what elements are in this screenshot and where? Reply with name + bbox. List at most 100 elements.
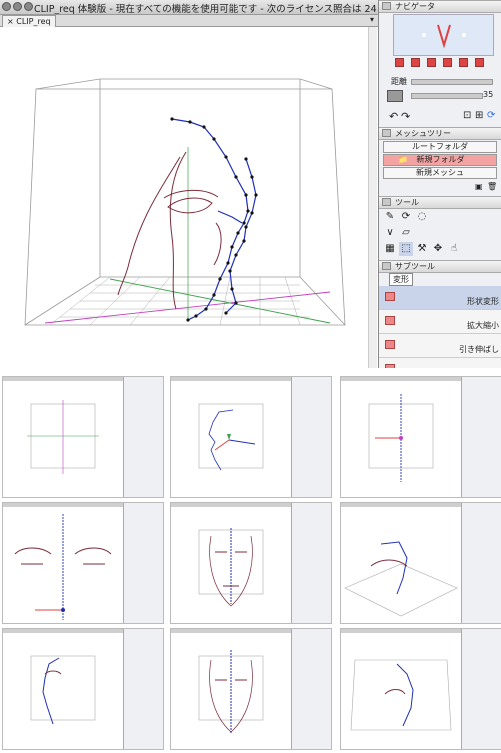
navigator-title: ナビゲータ	[395, 2, 435, 11]
mesh-tool-icon[interactable]: ▦	[383, 242, 397, 256]
main-window: CLIP_req 体験版 - 現在すべての機能を使用可能です - 次のライセンス…	[0, 0, 501, 368]
knife-tool-icon[interactable]: ⚒	[415, 242, 429, 256]
thumbnail-3[interactable]	[340, 376, 501, 498]
tab-label: CLIP_req	[16, 17, 51, 26]
thumbnail-6[interactable]	[340, 502, 501, 624]
root-folder-item[interactable]: ルートフォルダ	[383, 141, 497, 153]
redo-icon[interactable]: ↷	[401, 110, 410, 123]
zoom-slider[interactable]	[411, 93, 483, 99]
new-folder-label: 新規フォルダ	[416, 155, 465, 164]
refresh-icon[interactable]: ⟳	[487, 110, 495, 121]
thumb-scene	[368, 394, 434, 482]
view-cube-icon[interactable]	[475, 58, 484, 67]
3d-viewport[interactable]	[0, 27, 377, 368]
camera-icon[interactable]	[387, 90, 403, 102]
new-layer-icon[interactable]: ▣	[475, 182, 483, 191]
subtool-item-scale[interactable]: 拡大縮小	[379, 310, 501, 334]
thumb-scene	[14, 514, 112, 620]
polyline-tool-icon[interactable]: ∨	[383, 226, 397, 240]
subtool-item-shape-transform[interactable]: 形状変形	[379, 286, 501, 310]
thumb-scene	[27, 400, 99, 474]
bounding-box	[24, 78, 346, 326]
subtool-item-skew[interactable]: 傾け	[379, 358, 501, 368]
rotate-tool-icon[interactable]: ⟳	[399, 210, 413, 224]
wire-vertices	[170, 117, 258, 322]
transform-tool-icon[interactable]: ⬚	[399, 242, 413, 256]
box-tool-icon[interactable]: ▱	[399, 226, 413, 240]
tool-header[interactable]: ツール	[379, 196, 501, 209]
distance-label: 距離	[391, 77, 407, 86]
thumb-scene	[350, 659, 452, 731]
thumbnail-2[interactable]	[170, 376, 332, 498]
center-icon[interactable]: ⊞	[475, 110, 483, 121]
zoom-value: 35	[483, 90, 494, 99]
subtool-tab-transform[interactable]: 変形	[389, 273, 413, 286]
pin-tool-icon[interactable]: ✥	[431, 242, 445, 256]
navigator-toolbar: ↶ ↷ ⊡ ⊞ ⟳	[379, 110, 501, 124]
distance-slider[interactable]	[411, 79, 493, 85]
thumbnail-5[interactable]	[170, 502, 332, 624]
scale-icon	[385, 316, 395, 325]
trash-icon[interactable]: 🗑	[487, 182, 497, 191]
pen-tool-icon[interactable]: ✎	[383, 210, 397, 224]
zoom-window-button[interactable]	[24, 2, 33, 11]
thumb-scene	[344, 541, 458, 617]
mesh-tree-title: メッシュツリー	[395, 129, 451, 138]
thumbnail-4[interactable]	[2, 502, 164, 624]
thumbnail-8[interactable]	[170, 628, 332, 750]
tool-title: ツール	[395, 198, 419, 207]
mesh-tree-actions: ▣ 🗑	[379, 182, 501, 192]
new-mesh-label: 新規メッシュ	[416, 168, 464, 177]
subtool-label: 拡大縮小	[467, 321, 499, 330]
undo-icon[interactable]: ↶	[389, 110, 398, 123]
title-bar: CLIP_req 体験版 - 現在すべての機能を使用可能です - 次のライセンス…	[0, 0, 378, 15]
subtool-label: 形状変形	[467, 297, 499, 306]
thumbnail-1[interactable]	[2, 376, 164, 498]
thumb-scene	[198, 650, 264, 734]
new-folder-item[interactable]: 📁 新規フォルダ	[383, 154, 497, 166]
thumbnail-9[interactable]	[340, 628, 501, 750]
document-tab[interactable]: × CLIP_req	[2, 15, 56, 27]
navigator-thumbnail	[422, 24, 466, 49]
subtool-item-stretch[interactable]: 引き伸ばし	[379, 334, 501, 358]
view-cube-icon[interactable]	[443, 58, 452, 67]
tab-close-icon[interactable]: ×	[7, 17, 14, 26]
view-cube-icon[interactable]	[411, 58, 420, 67]
tool-panel-icon	[382, 198, 391, 206]
folder-icon: 📁	[398, 155, 408, 164]
window-controls	[2, 2, 35, 14]
tab-menu-arrow-icon[interactable]: ▾	[370, 15, 374, 24]
vertical-scrollbar[interactable]	[368, 27, 377, 368]
thumbnail-7[interactable]	[2, 628, 164, 750]
skew-icon	[385, 364, 395, 368]
thumb-scene	[30, 655, 96, 725]
minimize-window-button[interactable]	[13, 2, 22, 11]
new-mesh-item[interactable]: 新規メッシュ	[383, 167, 497, 179]
thumb-scene	[198, 528, 264, 607]
window-title: CLIP_req 体験版 - 現在すべての機能を使用可能です - 次のライセンス…	[34, 4, 378, 15]
fit-icon[interactable]: ⊡	[463, 110, 471, 121]
subtool-title: サブツール	[395, 262, 435, 271]
lasso-tool-icon[interactable]: ◌	[415, 210, 429, 224]
subtool-tabs: 変形	[379, 273, 501, 286]
navigator-preview[interactable]	[393, 14, 494, 56]
mesh-tree-header[interactable]: メッシュツリー	[379, 127, 501, 140]
thumb-scene	[198, 403, 264, 471]
subtool-panel-icon	[382, 262, 391, 270]
profile-wire	[171, 118, 257, 321]
axis-magenta	[44, 291, 331, 324]
view-cube-icon[interactable]	[395, 58, 404, 67]
subtool-header[interactable]: サブツール	[379, 260, 501, 273]
shape-transform-icon	[385, 292, 395, 301]
view-cube-icon[interactable]	[459, 58, 468, 67]
root-folder-label: ルートフォルダ	[412, 142, 468, 151]
document-tab-bar: × CLIP_req ▾	[0, 15, 378, 27]
hand-tool-icon[interactable]: ☝	[447, 242, 461, 256]
subtool-label: 引き伸ばし	[459, 345, 499, 354]
stretch-icon	[385, 340, 395, 349]
close-window-button[interactable]	[2, 2, 11, 11]
navigator-header[interactable]: ナビゲータ	[379, 0, 501, 13]
mesh-tree-icon	[382, 129, 391, 137]
view-cube-icon[interactable]	[427, 58, 436, 67]
right-panel: ナビゲータ 距離 35 ↶ ↷ ⊡ ⊞ ⟳ メッシュツリー ルートフォルダ 📁 …	[378, 0, 501, 368]
